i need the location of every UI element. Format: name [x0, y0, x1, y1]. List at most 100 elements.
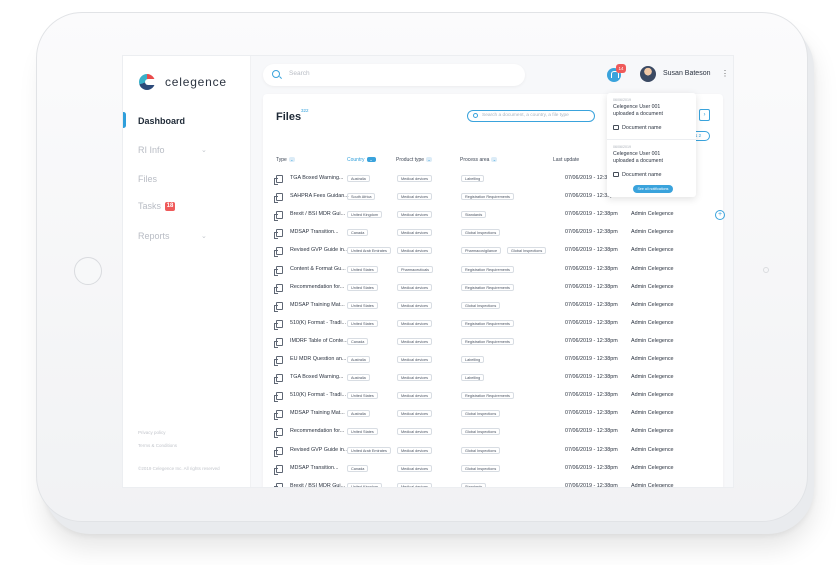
terms-link[interactable]: Terms & Conditions	[138, 443, 177, 448]
notifications-dropdown: 06/06/2019 Celegence User 001 uploaded a …	[607, 93, 696, 197]
divider	[607, 139, 696, 140]
file-name[interactable]: Revised GVP Guide in...	[290, 447, 348, 453]
process-area-tag: Standards	[461, 482, 487, 487]
file-name[interactable]: SAHPRA Fees Guidan...	[290, 193, 349, 199]
notification-date: 06/06/2019	[613, 98, 631, 102]
document-icon	[274, 283, 283, 294]
file-name[interactable]: MDSAP Training Mat...	[290, 410, 345, 416]
privacy-link[interactable]: Privacy policy	[138, 430, 166, 435]
sidebar-item-reports[interactable]: Reports	[123, 231, 251, 241]
table-row[interactable]: Revised GVP Guide in... United Arab Emira…	[263, 442, 723, 460]
search-input[interactable]: Search	[289, 70, 310, 77]
file-name[interactable]: Content & Format Gu...	[290, 266, 346, 272]
updated-by: Admin Celegence	[631, 356, 674, 362]
file-name[interactable]: IMDRF Table of Conte...	[290, 338, 348, 344]
document-icon	[274, 193, 283, 204]
table-row[interactable]: 510(K) Format - Tradi... United States Med…	[263, 387, 723, 405]
table-row[interactable]: TGA Boxed Warning... Australia Medical dev…	[263, 369, 723, 387]
table-row[interactable]: Recommendation for... United States Medica…	[263, 423, 723, 441]
file-name[interactable]: TGA Boxed Warning...	[290, 175, 343, 181]
file-name[interactable]: EU MDR Question an...	[290, 356, 346, 362]
table-row[interactable]: Recommendation for... United States Medica…	[263, 279, 723, 297]
add-icon[interactable]: +	[715, 210, 725, 220]
product-type-tag: Medical devices	[397, 392, 433, 400]
table-row[interactable]: IMDRF Table of Conte... Canada Medical dev…	[263, 333, 723, 351]
brand-logo[interactable]: celegence	[139, 74, 227, 90]
notification-line: Celegence User 001	[613, 151, 661, 157]
last-update: 07/06/2019 - 12:38pm	[565, 283, 618, 290]
sidebar-item-tasks[interactable]: Tasks 18	[123, 201, 251, 211]
file-name[interactable]: Revised GVP Guide in...	[290, 247, 348, 253]
file-name[interactable]: 510(K) Format - Tradi...	[290, 392, 346, 398]
country-tag: Canada	[347, 464, 369, 472]
product-type-tag: Medical devices	[397, 428, 433, 436]
process-area-tag: Global Inspections	[507, 247, 547, 255]
file-name[interactable]: Brexit / BSI MDR Gui...	[290, 483, 345, 487]
see-all-notifications-button[interactable]: See all notifications	[633, 185, 673, 193]
avatar[interactable]	[640, 66, 656, 82]
process-area-tag: Pharmacovigilance	[461, 247, 502, 255]
product-type-tag: Medical devices	[397, 301, 433, 309]
notification-document[interactable]: Document name	[613, 125, 662, 131]
file-name[interactable]: Recommendation for...	[290, 284, 344, 290]
table-row[interactable]: EU MDR Question an... Australia Medical de…	[263, 351, 723, 369]
sidebar-item-files[interactable]: Files	[123, 174, 251, 184]
product-type-tag: Medical devices	[397, 283, 433, 291]
table-row[interactable]: MDSAP Training Mat... Australia Medical de…	[263, 405, 723, 423]
process-area-tag: Labelling	[461, 356, 485, 363]
column-label: Product type	[396, 157, 425, 163]
column-type[interactable]: Type ⌄	[276, 157, 295, 163]
updated-by: Admin Celegence	[631, 337, 674, 344]
table-row[interactable]: MDSAP Transition... Canada Medical devices…	[263, 224, 723, 242]
file-name[interactable]: TGA Boxed Warning...	[290, 374, 343, 380]
country-tag: Canada	[347, 337, 369, 345]
column-product-type[interactable]: Product type ⌄	[396, 157, 433, 163]
table-row[interactable]: Revised GVP Guide in... United Arab Emira…	[263, 242, 723, 260]
last-update: 07/06/2019 - 12:38pm	[565, 247, 618, 254]
next-page-button[interactable]: ›	[699, 109, 710, 121]
document-icon	[274, 356, 283, 366]
table-row[interactable]: MDSAP Training Mat... United States Medica…	[263, 297, 723, 315]
country-tag: Australia	[347, 374, 370, 382]
file-name[interactable]: MDSAP Training Mat...	[290, 302, 345, 308]
document-icon	[274, 337, 283, 348]
column-label: Country	[347, 157, 365, 163]
product-type-tag: Medical devices	[397, 464, 433, 472]
global-search[interactable]: Search	[263, 64, 525, 86]
file-name[interactable]: Recommendation for...	[290, 428, 344, 434]
notification-text[interactable]: Celegence User 001 uploaded a document	[613, 104, 663, 117]
user-name[interactable]: Susan Bateson	[663, 70, 710, 77]
notification-text[interactable]: Celegence User 001 uploaded a document	[613, 151, 663, 164]
process-area-tag: Registration Requirements	[461, 283, 514, 291]
column-process-area[interactable]: Process area ⌄	[460, 157, 498, 163]
document-search-input[interactable]: Search a document, a country, a file typ…	[482, 113, 569, 118]
table-row[interactable]: Brexit / BSI MDR Gui... United Kingdom Med…	[263, 478, 723, 487]
last-update: 07/06/2019 - 12:38pm	[565, 229, 618, 236]
document-icon	[274, 464, 283, 475]
country-tag: South Africa	[347, 193, 376, 201]
last-update: 07/06/2019 - 12:38pm	[565, 337, 618, 344]
notification-line: uploaded a document	[613, 110, 663, 117]
table-row[interactable]: Brexit / BSI MDR Gui... United Kingdom Med…	[263, 206, 723, 224]
process-area-tag: Global Inspections	[461, 446, 501, 454]
file-name[interactable]: MDSAP Transition...	[290, 465, 338, 471]
notification-document[interactable]: Document name	[613, 172, 662, 178]
sidebar-item-dashboard[interactable]: Dashboard	[123, 116, 251, 126]
file-name[interactable]: Brexit / BSI MDR Gui...	[290, 211, 345, 217]
sidebar-item-ri-info[interactable]: RI Info	[123, 145, 251, 155]
document-search[interactable]: Search a document, a country, a file typ…	[467, 110, 595, 122]
column-last-update[interactable]: Last update	[553, 157, 579, 163]
file-name[interactable]: 510(K) Format - Tradi...	[290, 320, 346, 326]
more-menu-icon[interactable]: ⋮	[721, 69, 729, 78]
home-button[interactable]	[74, 257, 102, 285]
table-row[interactable]: Content & Format Gu... United States Pharm…	[263, 261, 723, 279]
last-update: 07/06/2019 - 12:38pm	[565, 301, 618, 308]
product-type-tag: Medical devices	[397, 337, 433, 345]
process-area-tag: Registration Requirements	[461, 392, 514, 400]
table-row[interactable]: MDSAP Transition... Canada Medical devices…	[263, 460, 723, 478]
column-country[interactable]: Country ⌄	[347, 157, 376, 163]
table-row[interactable]: 510(K) Format - Tradi... United States Med…	[263, 315, 723, 333]
last-update: 07/06/2019 - 12:38pm	[565, 464, 618, 471]
process-area-tag: Registration Requirements	[461, 265, 514, 273]
file-name[interactable]: MDSAP Transition...	[290, 229, 338, 235]
